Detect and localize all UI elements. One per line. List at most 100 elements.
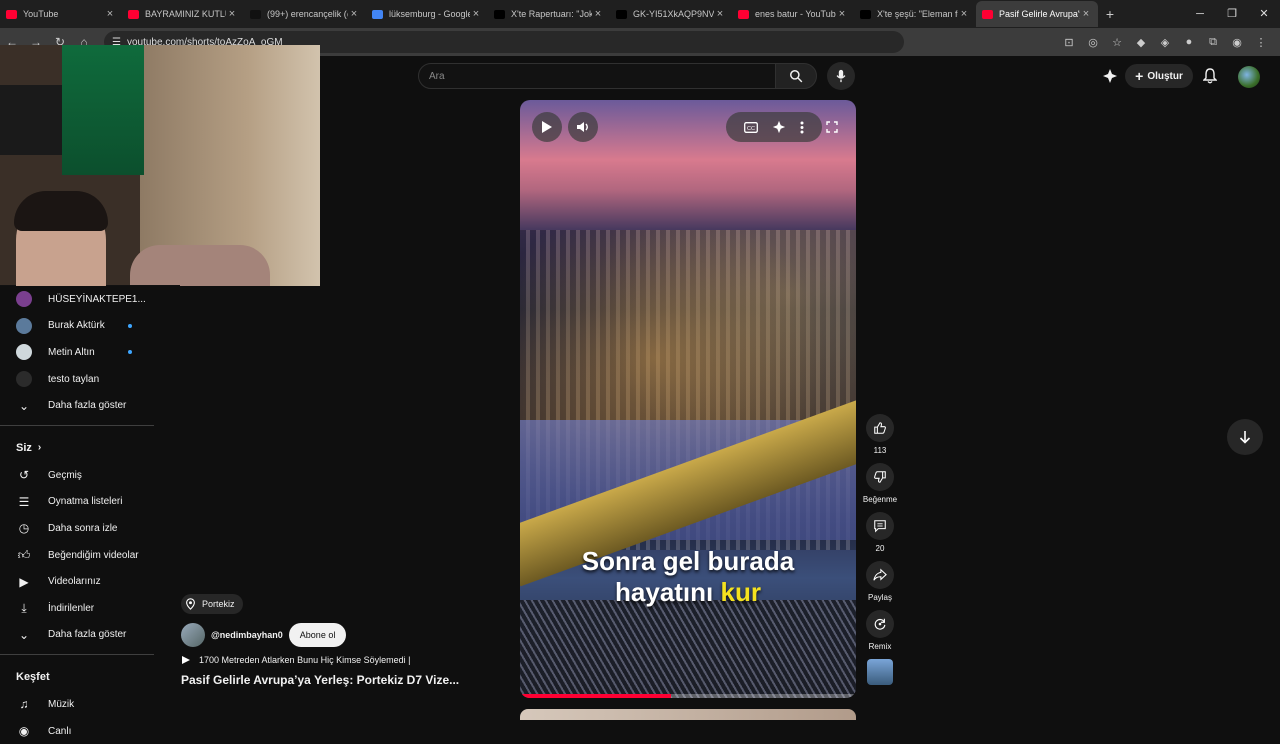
browser-menu-icon[interactable]: ⋮: [1252, 36, 1270, 49]
shorts-video-player[interactable]: CC Sonra gel burada hayatını kur: [520, 100, 856, 698]
browser-tab[interactable]: X'te Rapertuarı: "Joke ×: [488, 1, 610, 27]
remix-button[interactable]: [866, 610, 894, 638]
sidebar-item[interactable]: ◉ Canlı: [0, 718, 154, 744]
tab-title: YouTube: [23, 9, 59, 19]
browser-tab[interactable]: Pasif Gelirle Avrupa'y ×: [976, 1, 1098, 27]
volume-button[interactable]: [568, 112, 598, 142]
tab-close-icon[interactable]: ×: [714, 8, 726, 20]
share-icon: [873, 568, 887, 581]
profile-icon[interactable]: ◉: [1228, 36, 1246, 49]
comments-button[interactable]: [866, 512, 894, 540]
tab-close-icon[interactable]: ×: [836, 8, 848, 20]
tab-strip: YouTube × BAYRAMINIZ KUTLU × (99+) erencançe…: [0, 1, 1098, 27]
next-short-preview[interactable]: [520, 709, 856, 720]
subscription-item[interactable]: Metin Altın: [0, 339, 154, 366]
remix-action[interactable]: Remix: [862, 610, 898, 651]
subscription-item[interactable]: Burak Aktürk: [0, 313, 154, 340]
tab-close-icon[interactable]: ×: [226, 8, 238, 20]
extensions-puzzle-icon[interactable]: ⧉: [1204, 36, 1222, 49]
sidebar-item[interactable]: ⤓ İndirilenler: [0, 595, 154, 622]
gemini-sparkle-icon[interactable]: [1100, 66, 1120, 86]
tab-close-icon[interactable]: ×: [104, 8, 116, 20]
sidebar-divider: [0, 424, 154, 426]
channel-name[interactable]: @nedimbayhan0: [211, 630, 283, 640]
tab-close-icon[interactable]: ×: [348, 8, 360, 20]
description-row[interactable]: 1700 Metreden Atlarken Bunu Hiç Kimse Sö…: [181, 655, 511, 665]
subscribe-button[interactable]: Abone ol: [288, 623, 347, 647]
next-video-button[interactable]: [1227, 419, 1263, 455]
webcam-pillow: [130, 245, 270, 286]
sidebar-item[interactable]: ▶ Videolarınız: [0, 568, 154, 595]
video-description: 1700 Metreden Atlarken Bunu Hiç Kimse Sö…: [199, 655, 411, 665]
new-tab-button[interactable]: +: [1098, 6, 1122, 22]
search-input[interactable]: Ara: [418, 63, 776, 89]
browser-tab[interactable]: BAYRAMINIZ KUTLU ×: [122, 1, 244, 27]
subscription-name: HÜSEYİNAKTEPE1...: [48, 293, 146, 305]
eye-off-icon[interactable]: ◎: [1084, 36, 1102, 49]
install-app-icon[interactable]: ⊡: [1060, 36, 1078, 49]
browser-tab[interactable]: GK-YI51XkAQP9NV (×: [610, 1, 732, 27]
sidebar-item[interactable]: ☰ Oynatma listeleri: [0, 489, 154, 516]
like-button[interactable]: [866, 414, 894, 442]
tab-close-icon[interactable]: ×: [958, 8, 970, 20]
notifications-bell-icon[interactable]: [1200, 66, 1220, 86]
sidebar-item[interactable]: 👍︎ Beğendiğim videolar: [0, 542, 154, 569]
tab-close-icon[interactable]: ×: [1080, 8, 1092, 20]
dislike-action[interactable]: Beğenme: [862, 463, 898, 504]
sidebar-item[interactable]: ↺ Geçmiş: [0, 462, 154, 489]
subscription-item[interactable]: HÜSEYİNAKTEPE1...: [0, 286, 154, 313]
play-button[interactable]: [532, 112, 562, 142]
comments-action[interactable]: 20: [862, 512, 898, 553]
subscription-item[interactable]: testo taylan: [0, 366, 154, 393]
tab-title: BAYRAMINIZ KUTLU: [145, 9, 226, 19]
voice-search-button[interactable]: [827, 62, 855, 90]
like-action[interactable]: 113: [862, 414, 898, 455]
create-button[interactable]: + Oluştur: [1125, 64, 1193, 88]
video-caption: Sonra gel burada hayatını kur: [520, 546, 856, 608]
sidebar-item[interactable]: ◷ Daha sonra izle: [0, 515, 154, 542]
location-chip[interactable]: Portekiz: [181, 594, 243, 614]
minimize-button[interactable]: ─: [1184, 0, 1216, 28]
show-more-you[interactable]: ⌄ Daha fazla göster: [0, 622, 154, 649]
sidebar-item[interactable]: ♫ Müzik: [0, 691, 154, 718]
more-options-icon[interactable]: [800, 121, 804, 134]
show-more-label: Daha fazla göster: [48, 400, 127, 412]
video-title[interactable]: Pasif Gelirle Avrupa’ya Yerleş: Portekiz…: [181, 673, 511, 687]
fullscreen-button[interactable]: [820, 112, 844, 142]
channel-avatar[interactable]: [181, 623, 205, 647]
sparkle-icon[interactable]: [772, 120, 786, 134]
tab-close-icon[interactable]: ×: [592, 8, 604, 20]
browser-tab[interactable]: YouTube ×: [0, 1, 122, 27]
browser-tab[interactable]: (99+) erencançelik (@ ×: [244, 1, 366, 27]
search-button[interactable]: [775, 63, 817, 89]
avatar: [16, 371, 32, 388]
extension-icon[interactable]: ●: [1180, 36, 1198, 49]
volume-icon: [577, 122, 588, 132]
extension-icon[interactable]: ◈: [1156, 36, 1174, 49]
create-label: Oluştur: [1147, 70, 1183, 82]
tab-favicon-icon: [6, 9, 17, 19]
maximize-button[interactable]: ❐: [1216, 0, 1248, 28]
tab-close-icon[interactable]: ×: [470, 8, 482, 20]
you-section-heading[interactable]: Siz ›: [0, 434, 154, 462]
account-avatar[interactable]: [1238, 66, 1260, 88]
dislike-label: Beğenme: [862, 495, 898, 504]
browser-tab[interactable]: enes batur - YouTube ×: [732, 1, 854, 27]
share-button[interactable]: [866, 561, 894, 589]
share-action[interactable]: Paylaş: [862, 561, 898, 602]
close-window-button[interactable]: ✕: [1248, 0, 1280, 28]
audio-source-thumbnail[interactable]: [867, 659, 893, 685]
video-progress-bar[interactable]: [520, 694, 856, 698]
browser-tab[interactable]: lüksemburg - Google ×: [366, 1, 488, 27]
subscriptions-list: HÜSEYİNAKTEPE1... Burak Aktürk Metin Altın…: [0, 286, 154, 392]
dislike-button[interactable]: [866, 463, 894, 491]
show-more-subscriptions[interactable]: ⌄ Daha fazla göster: [0, 392, 154, 419]
browser-tab[interactable]: X'te şeşü: "Eleman fe ×: [854, 1, 976, 27]
chevron-down-icon: ⌄: [18, 398, 30, 413]
extension-icon[interactable]: ◆: [1132, 36, 1150, 49]
bookmark-star-icon[interactable]: ☆: [1108, 36, 1126, 49]
sidebar-divider: [0, 654, 154, 656]
sidebar-item-label: Videolarınız: [48, 576, 101, 588]
channel-avatar: [16, 371, 32, 388]
captions-icon[interactable]: CC: [744, 121, 758, 133]
